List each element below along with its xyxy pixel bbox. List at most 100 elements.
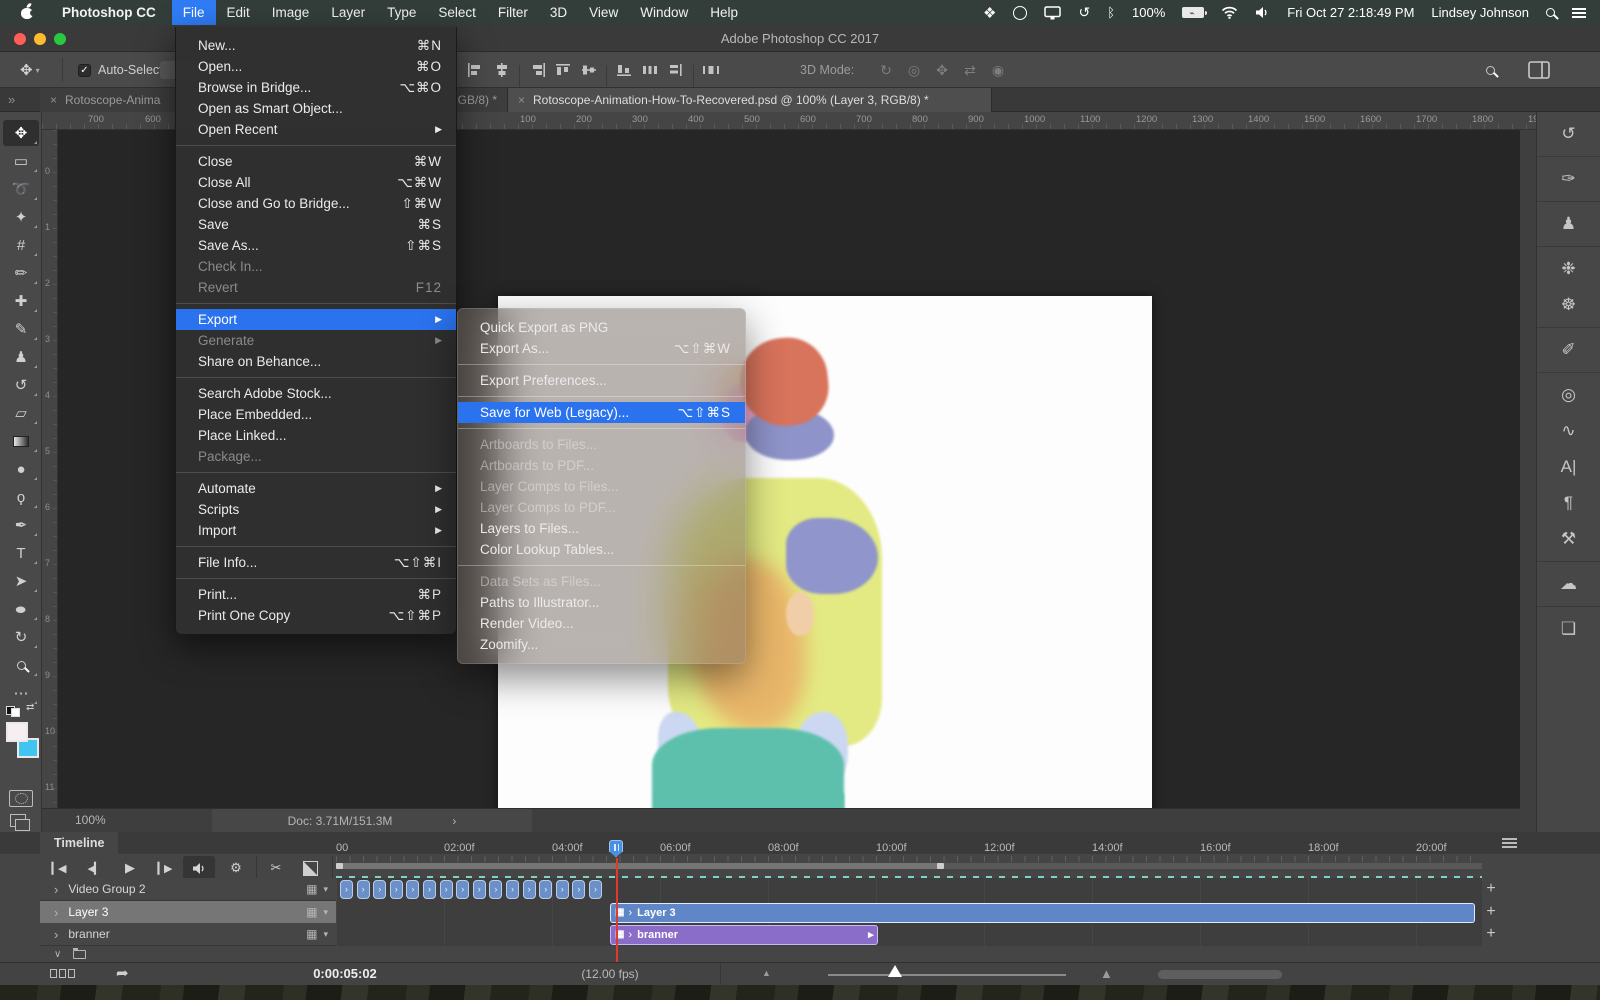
menu-item-paths-to-illustrator[interactable]: Paths to Illustrator... bbox=[458, 592, 745, 613]
menu-item-place-embedded[interactable]: Place Embedded... bbox=[176, 404, 456, 425]
frame-clip[interactable]: › bbox=[456, 880, 470, 899]
history-brush-tool-icon[interactable]: ↺ bbox=[3, 372, 39, 398]
frame-clip[interactable]: › bbox=[389, 880, 403, 899]
options-search-icon[interactable] bbox=[1486, 52, 1495, 88]
work-area-start-handle[interactable] bbox=[336, 863, 343, 869]
menu-item-zoomify[interactable]: Zoomify... bbox=[458, 634, 745, 655]
track-expand-icon[interactable]: › bbox=[54, 927, 58, 942]
frame-clip[interactable]: › bbox=[356, 880, 370, 899]
document-info[interactable]: Doc: 3.71M/151.3M › bbox=[212, 809, 532, 833]
frame-clip[interactable]: › bbox=[423, 880, 436, 899]
next-frame-button[interactable]: ▎▶ bbox=[150, 858, 178, 878]
clone-source-panel-icon[interactable]: ♟ bbox=[1537, 206, 1600, 242]
clip-expand-icon[interactable]: › bbox=[628, 929, 632, 941]
eraser-tool-icon[interactable]: ▱ bbox=[3, 400, 39, 426]
current-tool-icon[interactable]: ✥ ▾ bbox=[20, 52, 40, 88]
add-media-button[interactable]: + bbox=[1483, 926, 1499, 942]
3d-camera-icon[interactable]: ◉ bbox=[984, 62, 1012, 79]
menu-item-open-recent[interactable]: Open Recent ▶ bbox=[176, 119, 456, 140]
default-colors-icon[interactable] bbox=[11, 708, 20, 717]
align-horizontal-centers-icon[interactable] bbox=[489, 58, 515, 82]
hand-tool-icon[interactable]: ↻ bbox=[3, 624, 39, 650]
path-selection-tool-icon[interactable]: ➤ bbox=[3, 568, 39, 594]
menubar-item-3d[interactable]: 3D bbox=[539, 0, 578, 25]
swatches-panel-icon[interactable]: ❉ bbox=[1537, 251, 1600, 287]
zoom-tool-icon[interactable] bbox=[3, 652, 39, 678]
frame-clip[interactable]: › bbox=[373, 880, 387, 899]
share-frames-icon[interactable]: ➦ bbox=[116, 964, 129, 982]
frame-clip[interactable]: › bbox=[472, 880, 486, 899]
zoom-out-timeline-icon[interactable]: ▲ bbox=[762, 968, 771, 978]
menu-item-quick-export-as-png[interactable]: Quick Export as PNG bbox=[458, 317, 745, 338]
menubar-item-layer[interactable]: Layer bbox=[320, 0, 376, 25]
frame-clip[interactable]: › bbox=[539, 880, 553, 899]
frame-clip[interactable]: › bbox=[572, 880, 586, 899]
track-label-video-group-2[interactable]: › Video Group 2 ▦ ▾ bbox=[40, 878, 336, 901]
zoom-in-timeline-icon[interactable]: ▲ bbox=[1100, 966, 1113, 981]
menu-item-layers-to-files[interactable]: Layers to Files... bbox=[458, 518, 745, 539]
brush-presets-panel-icon[interactable]: ✑ bbox=[1537, 161, 1600, 197]
spotlight-icon[interactable] bbox=[1546, 8, 1555, 17]
clone-stamp-tool-icon[interactable]: ♟ bbox=[3, 344, 39, 370]
gradient-tool-icon[interactable] bbox=[3, 428, 39, 454]
eyedropper-tool-icon[interactable]: ✏ bbox=[3, 260, 39, 286]
menubar-user[interactable]: Lindsey Johnson bbox=[1431, 5, 1529, 20]
quick-selection-tool-icon[interactable]: ✦ bbox=[3, 204, 39, 230]
split-at-playhead-button[interactable]: ✂ bbox=[262, 858, 290, 878]
time-machine-icon[interactable]: ↺ bbox=[1078, 4, 1090, 21]
bluetooth-icon[interactable]: ᛒ bbox=[1107, 5, 1115, 20]
history-panel-icon[interactable]: ↺ bbox=[1537, 116, 1600, 152]
volume-icon[interactable] bbox=[1255, 6, 1270, 19]
menu-item-close[interactable]: Close ⌘W bbox=[176, 151, 456, 172]
menu-item-save-as[interactable]: Save As... ⇧⌘S bbox=[176, 235, 456, 256]
mute-audio-button[interactable] bbox=[183, 856, 215, 880]
distribute-vertically-icon[interactable] bbox=[663, 58, 689, 82]
tool-presets-panel-icon[interactable]: ⚒ bbox=[1537, 521, 1600, 557]
track-label-layer-3[interactable]: › Layer 3 ▦ ▾ bbox=[40, 901, 336, 924]
quick-mask-mode-button[interactable] bbox=[9, 790, 33, 807]
menu-item-save-for-web-legacy[interactable]: Save for Web (Legacy)... ⌥⇧⌘S bbox=[458, 402, 745, 423]
app-menu[interactable]: Photoshop CC bbox=[52, 5, 166, 20]
tab-close-icon[interactable]: × bbox=[518, 93, 525, 107]
menu-item-color-lookup-tables[interactable]: Color Lookup Tables... bbox=[458, 539, 745, 560]
menu-item-print[interactable]: Print... ⌘P bbox=[176, 584, 456, 605]
spot-healing-brush-tool-icon[interactable]: ✚ bbox=[3, 288, 39, 314]
3d-pan-icon[interactable]: ✥ bbox=[928, 62, 956, 79]
menu-item-print-one-copy[interactable]: Print One Copy ⌥⇧⌘P bbox=[176, 605, 456, 626]
audio-track-row[interactable]: ∨ bbox=[40, 946, 336, 962]
lasso-tool-icon[interactable]: ➰ bbox=[3, 176, 39, 202]
move-tool-icon[interactable]: ✥ bbox=[3, 120, 39, 146]
playhead-marker[interactable] bbox=[609, 840, 623, 857]
swap-colors-icon[interactable]: ⇄ bbox=[26, 702, 34, 713]
align-right-edges-icon[interactable] bbox=[524, 58, 550, 82]
menu-item-automate[interactable]: Automate ▶ bbox=[176, 478, 456, 499]
menubar-item-select[interactable]: Select bbox=[427, 0, 487, 25]
foreground-color-swatch[interactable] bbox=[6, 722, 28, 742]
track-expand-icon[interactable]: › bbox=[54, 905, 58, 920]
menu-item-scripts[interactable]: Scripts ▶ bbox=[176, 499, 456, 520]
menubar-item-help[interactable]: Help bbox=[699, 0, 749, 25]
3d-slide-icon[interactable]: ⇄ bbox=[956, 62, 984, 79]
frame-clip[interactable]: › bbox=[555, 880, 569, 899]
timeline-zoom-slider[interactable] bbox=[828, 965, 1066, 977]
menubar-item-edit[interactable]: Edit bbox=[216, 0, 261, 25]
menubar-item-view[interactable]: View bbox=[578, 0, 629, 25]
menu-item-close-and-go-to-bridge[interactable]: Close and Go to Bridge... ⇧⌘W bbox=[176, 193, 456, 214]
menu-item-save[interactable]: Save ⌘S bbox=[176, 214, 456, 235]
creative-cloud-panel-icon[interactable]: ☁ bbox=[1537, 566, 1600, 602]
frame-clip[interactable]: › bbox=[589, 880, 602, 899]
distribute-horizontally-icon[interactable] bbox=[637, 58, 663, 82]
wifi-icon[interactable] bbox=[1221, 6, 1238, 19]
menu-item-file-info[interactable]: File Info... ⌥⇧⌘I bbox=[176, 552, 456, 573]
play-button[interactable]: ▶ bbox=[116, 858, 144, 878]
zoom-level-field[interactable]: 100% bbox=[75, 813, 106, 827]
brush-settings-panel-icon[interactable]: ✐ bbox=[1537, 332, 1600, 368]
auto-select-checkbox[interactable]: ✓ Auto-Select: bbox=[78, 52, 166, 88]
navigator-panel-icon[interactable]: ☸ bbox=[1537, 287, 1600, 323]
apple-menu-icon[interactable] bbox=[20, 2, 36, 20]
dropbox-icon[interactable]: ❖ bbox=[983, 4, 996, 22]
menubar-item-filter[interactable]: Filter bbox=[487, 0, 539, 25]
track-expand-icon[interactable]: › bbox=[54, 882, 58, 897]
transition-button[interactable] bbox=[296, 858, 324, 878]
menu-item-import[interactable]: Import ▶ bbox=[176, 520, 456, 541]
